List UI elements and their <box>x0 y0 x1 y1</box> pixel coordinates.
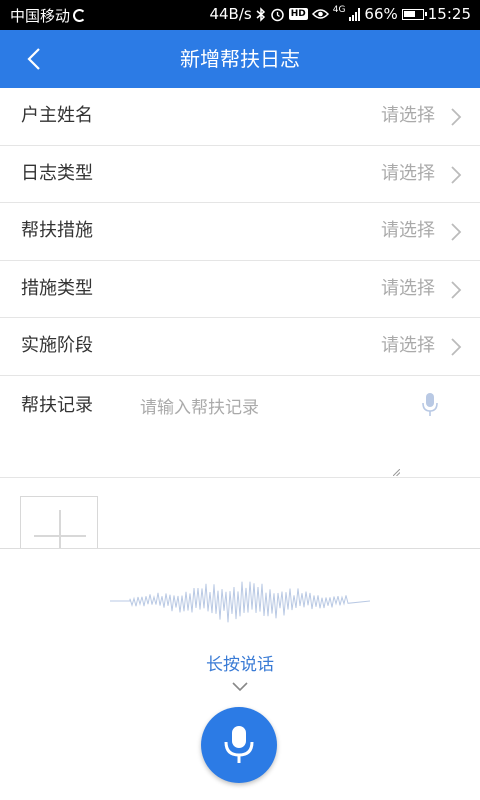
hold-to-talk-label: 长按说话 <box>206 655 274 675</box>
sound-wave-icon <box>110 581 370 623</box>
eye-icon <box>311 9 329 19</box>
voice-record-button[interactable] <box>201 707 277 783</box>
page-title: 新增帮扶日志 <box>180 47 300 71</box>
assistance-record-section: 帮扶记录 <box>0 376 480 478</box>
alarm-icon <box>270 8 284 21</box>
assistance-record-label: 帮扶记录 <box>21 395 93 416</box>
log-type-label: 日志类型 <box>21 162 93 184</box>
chevron-right-icon <box>451 223 462 241</box>
chevron-right-icon <box>451 280 462 299</box>
network-speed: 44B/s <box>209 5 252 23</box>
sync-icon <box>73 9 87 22</box>
measure-type-value: 请选择 <box>381 277 435 299</box>
resize-handle-icon[interactable] <box>393 469 400 476</box>
voice-input-panel: 长按说话 <box>0 548 480 800</box>
hd-badge: HD <box>288 8 308 20</box>
battery-icon <box>401 8 427 20</box>
add-image-button[interactable] <box>20 496 98 548</box>
householder-name-label: 户主姓名 <box>21 105 93 126</box>
assistance-record-input[interactable] <box>140 393 400 477</box>
assistance-measure-value: 请选择 <box>381 220 435 241</box>
assistance-measure-row[interactable]: 帮扶措施 请选择 <box>0 203 480 261</box>
network-type: 4G <box>332 5 346 15</box>
measure-type-label: 措施类型 <box>21 277 93 299</box>
chevron-down-icon[interactable] <box>231 681 249 693</box>
microphone-icon[interactable] <box>422 392 438 418</box>
log-type-value: 请选择 <box>381 162 435 184</box>
chevron-right-icon <box>451 338 462 356</box>
signal-icon <box>349 7 361 21</box>
householder-name-row[interactable]: 户主姓名 请选择 <box>0 88 480 146</box>
bluetooth-icon <box>256 6 265 22</box>
implementation-stage-label: 实施阶段 <box>21 335 93 356</box>
measure-type-row[interactable]: 措施类型 请选择 <box>0 261 480 318</box>
chevron-right-icon <box>451 108 462 126</box>
clock-time: 15:25 <box>427 5 471 23</box>
carrier-name: 中国移动 <box>10 7 71 25</box>
implementation-stage-row[interactable]: 实施阶段 请选择 <box>0 318 480 376</box>
chevron-right-icon <box>451 165 462 184</box>
log-form: 户主姓名 请选择 日志类型 请选择 帮扶措施 请选择 措施类型 请选择 实施阶段… <box>0 88 480 376</box>
microphone-icon <box>224 726 254 763</box>
battery-percent: 66% <box>364 5 398 23</box>
implementation-stage-value: 请选择 <box>381 335 435 356</box>
status-bar: 中国移动 44B/s HD 4G 66% 15:25 <box>0 0 480 30</box>
householder-name-value: 请选择 <box>381 105 435 126</box>
app-header: 新增帮扶日志 <box>0 30 480 88</box>
log-type-row[interactable]: 日志类型 请选择 <box>0 146 480 203</box>
assistance-measure-label: 帮扶措施 <box>21 220 93 241</box>
attachment-area <box>0 478 480 548</box>
